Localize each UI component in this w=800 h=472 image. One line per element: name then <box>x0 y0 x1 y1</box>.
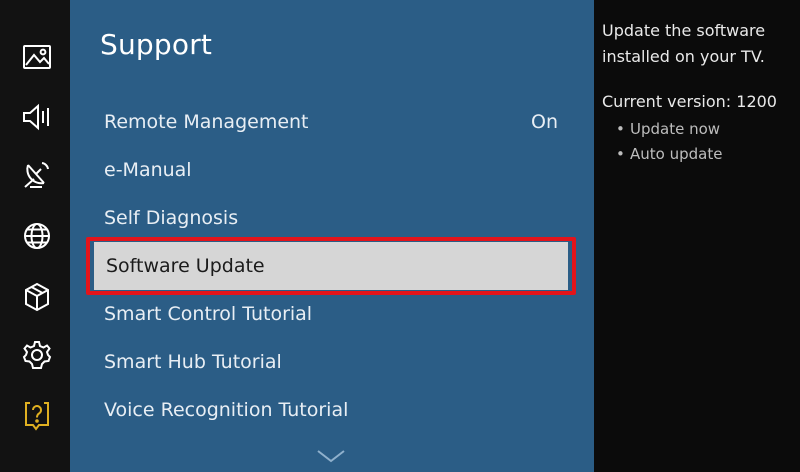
menu-item-voice-recognition-tutorial[interactable]: Voice Recognition Tutorial <box>92 386 566 434</box>
broadcast-icon[interactable] <box>18 155 56 193</box>
menu-item-label: Smart Hub Tutorial <box>104 351 282 373</box>
help-description: Update the software installed on your TV… <box>602 21 766 66</box>
support-menu: Remote Management On e-Manual Self Diagn… <box>86 98 576 434</box>
menu-item-label: e-Manual <box>104 159 192 181</box>
menu-item-software-update[interactable]: Software Update <box>86 237 576 295</box>
menu-item-remote-management[interactable]: Remote Management On <box>92 98 566 146</box>
menu-item-label: Smart Control Tutorial <box>104 303 313 325</box>
help-options-list: Update now Auto update <box>602 117 800 167</box>
category-sidebar <box>0 0 70 472</box>
settings-icon[interactable] <box>18 336 56 374</box>
help-option-update-now: Update now <box>616 117 800 142</box>
chevron-down-icon[interactable] <box>316 448 346 464</box>
support-panel: Support Remote Management On e-Manual Se… <box>70 0 594 472</box>
menu-item-label: Self Diagnosis <box>104 207 239 229</box>
menu-item-label: Remote Management <box>104 111 309 133</box>
menu-item-self-diagnosis[interactable]: Self Diagnosis <box>92 194 566 242</box>
sound-icon[interactable] <box>18 98 56 136</box>
current-version: Current version: 1200 <box>602 92 777 111</box>
network-icon[interactable] <box>18 217 56 255</box>
help-pane: Update the software installed on your TV… <box>594 0 800 472</box>
picture-icon[interactable] <box>18 38 56 76</box>
menu-item-e-manual[interactable]: e-Manual <box>92 146 566 194</box>
menu-item-value: On <box>531 111 558 133</box>
help-option-auto-update: Auto update <box>616 142 800 167</box>
menu-item-smart-hub-tutorial[interactable]: Smart Hub Tutorial <box>92 338 566 386</box>
menu-item-label: Voice Recognition Tutorial <box>104 399 349 421</box>
support-icon[interactable] <box>18 396 56 434</box>
system-icon[interactable] <box>18 278 56 316</box>
menu-item-smart-control-tutorial[interactable]: Smart Control Tutorial <box>92 290 566 338</box>
panel-title: Support <box>100 28 213 61</box>
tv-settings-screen: Support Remote Management On e-Manual Se… <box>0 0 800 472</box>
menu-item-label: Software Update <box>106 255 265 277</box>
